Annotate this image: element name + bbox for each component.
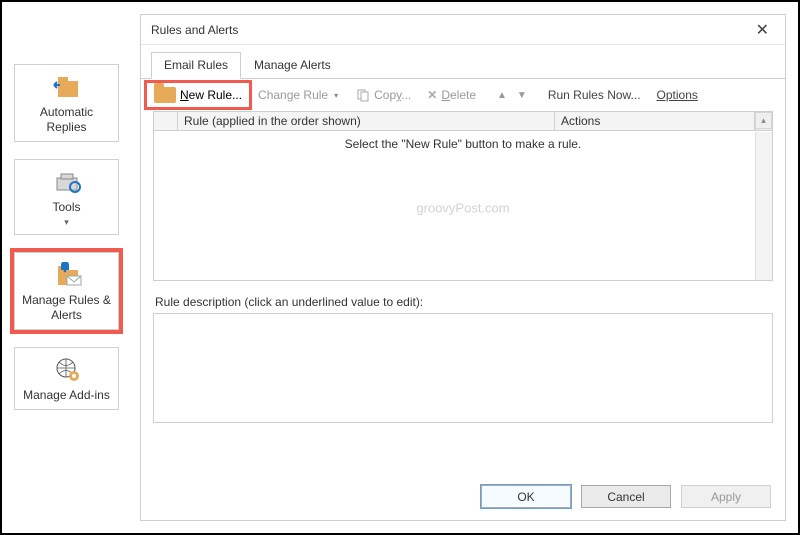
manage-rules-alerts-button[interactable]: Manage Rules & Alerts (14, 252, 119, 330)
manage-addins-icon (19, 356, 114, 384)
new-rule-icon (154, 87, 176, 103)
rules-list-header: Rule (applied in the order shown) Action… (154, 112, 772, 131)
tools-icon (19, 168, 114, 196)
delete-icon: ✕ (427, 88, 437, 102)
automatic-replies-label: Automatic Replies (19, 105, 114, 135)
tab-email-rules[interactable]: Email Rules (151, 52, 241, 79)
run-rules-now-button[interactable]: Run Rules Now... (541, 84, 648, 106)
apply-button[interactable]: Apply (681, 485, 771, 508)
move-up-button[interactable]: ▲ (493, 90, 511, 101)
ok-button[interactable]: OK (481, 485, 571, 508)
move-down-button[interactable]: ▼ (513, 90, 531, 101)
new-rule-label: ew Rule... (189, 88, 242, 102)
change-rule-button[interactable]: Change Rule ▾ (251, 84, 347, 106)
rule-description-label: Rule description (click an underlined va… (155, 295, 771, 309)
copy-rule-button[interactable]: Copy... (349, 84, 418, 106)
automatic-replies-icon (19, 73, 114, 101)
close-button[interactable]: ✕ (750, 20, 775, 40)
watermark: groovyPost.com (416, 200, 509, 215)
cancel-button[interactable]: Cancel (581, 485, 671, 508)
options-button[interactable]: Options (650, 84, 705, 106)
rules-list: Rule (applied in the order shown) Action… (153, 111, 773, 281)
manage-rules-label: Manage Rules & Alerts (19, 293, 114, 323)
sidebar: Automatic Replies Tools ▾ Manage Rules &… (14, 64, 119, 410)
column-checkbox[interactable] (154, 112, 178, 130)
run-rules-now-label: Run Rules Now... (548, 88, 641, 102)
rule-description-box (153, 313, 773, 423)
options-label: Options (657, 88, 698, 102)
delete-rule-button[interactable]: ✕ Delete (420, 84, 483, 106)
chevron-down-icon: ▾ (332, 91, 340, 100)
tools-button[interactable]: Tools ▾ (14, 159, 119, 235)
change-rule-label: Change Rule (258, 88, 328, 102)
rules-alerts-dialog: Rules and Alerts ✕ Email Rules Manage Al… (140, 14, 786, 521)
column-rule[interactable]: Rule (applied in the order shown) (178, 112, 555, 130)
tab-manage-alerts[interactable]: Manage Alerts (241, 52, 344, 79)
scroll-up-button[interactable]: ▴ (755, 112, 772, 129)
column-actions[interactable]: Actions (555, 112, 755, 130)
dialog-titlebar: Rules and Alerts ✕ (141, 15, 785, 45)
copy-icon (356, 88, 370, 102)
empty-rules-hint: Select the "New Rule" button to make a r… (154, 131, 772, 151)
delete-rule-label: elete (450, 88, 476, 102)
manage-addins-button[interactable]: Manage Add-ins (14, 347, 119, 410)
tools-label: Tools (19, 200, 114, 215)
automatic-replies-button[interactable]: Automatic Replies (14, 64, 119, 142)
scrollbar[interactable] (755, 132, 772, 280)
rules-toolbar: New Rule... Change Rule ▾ Copy... ✕ Delet… (141, 79, 785, 111)
copy-rule-label: Cop (374, 88, 396, 102)
tools-dropdown-indicator: ▾ (19, 217, 114, 228)
manage-rules-icon (19, 261, 114, 289)
new-rule-button[interactable]: New Rule... (147, 83, 249, 107)
dialog-button-row: OK Cancel Apply (141, 471, 785, 520)
dialog-title: Rules and Alerts (151, 23, 750, 37)
rules-list-body: Select the "New Rule" button to make a r… (154, 131, 772, 279)
manage-addins-label: Manage Add-ins (19, 388, 114, 403)
tab-strip: Email Rules Manage Alerts (141, 45, 785, 79)
